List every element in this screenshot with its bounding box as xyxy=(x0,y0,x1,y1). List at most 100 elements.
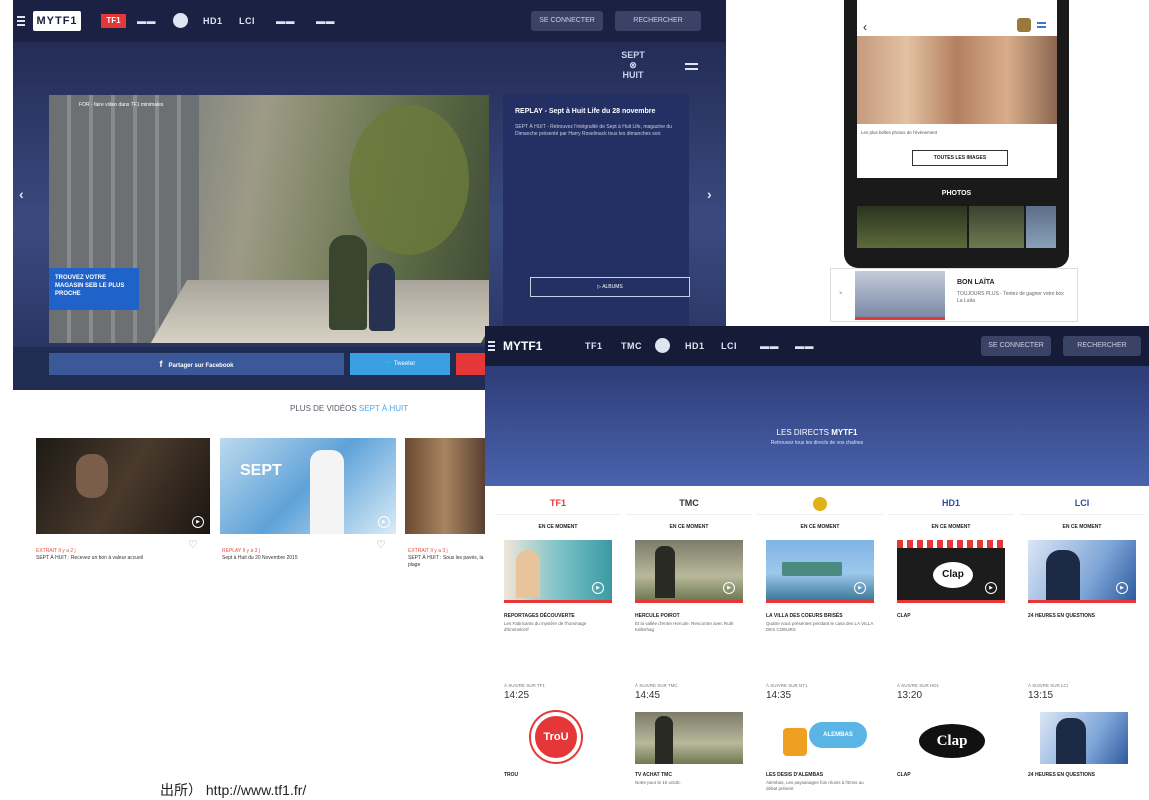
play-icon[interactable]: ▶ xyxy=(854,582,866,594)
next-program-title[interactable]: TV ACHAT TMC xyxy=(635,772,672,778)
progress-bar xyxy=(504,600,612,603)
episode-title: REPLAY - Sept à Huit Life du 28 novembre xyxy=(515,108,656,115)
lci-logo[interactable]: LCI xyxy=(1019,491,1145,515)
channel-link-info[interactable]: ▬▬ xyxy=(795,341,814,351)
search-button[interactable]: RECHERCHER xyxy=(615,11,701,31)
tf1-channel-link[interactable]: TF1 xyxy=(101,14,126,28)
live-card[interactable]: Clap ▶ xyxy=(897,540,1005,600)
photos-heading: PHOTOS xyxy=(941,190,972,197)
channel-link-lci[interactable]: LCI xyxy=(239,16,255,26)
play-icon[interactable]: ▶ xyxy=(985,582,997,594)
live-card[interactable]: ▶ xyxy=(766,540,874,600)
next-program-description: Alembas, Les paysanages fois réunis à l'… xyxy=(766,780,864,791)
live-card[interactable]: ▶ xyxy=(504,540,612,600)
channel-link-tf1[interactable]: TF1 xyxy=(585,341,603,351)
channel-link-extra[interactable]: ▬▬ xyxy=(276,16,295,26)
mobile-menu-icon[interactable] xyxy=(1037,22,1046,28)
hd1-logo[interactable]: HD1 xyxy=(888,491,1014,515)
heart-icon[interactable]: ♡ xyxy=(376,538,386,551)
tmc-logo[interactable]: TMC xyxy=(626,491,752,515)
channel-link-extra[interactable]: ▬▬ xyxy=(760,341,779,351)
back-arrow-icon[interactable]: ‹ xyxy=(863,20,867,34)
hamburger-menu-icon[interactable] xyxy=(685,63,698,70)
next-arrow-icon[interactable]: › xyxy=(707,186,712,202)
video-thumbnail-3-caption[interactable]: EXTRAIT Il y a 3 j SEPT À HUIT : Sous les… xyxy=(408,548,484,569)
play-icon[interactable]: ▶ xyxy=(378,516,390,528)
nt1-logo[interactable] xyxy=(757,491,883,515)
login-button[interactable]: SE CONNECTER xyxy=(531,11,603,31)
video-scene-sidewalk xyxy=(150,280,489,343)
live-header-subtitle: Retrouvez tous les directs de vos chaîne… xyxy=(770,440,864,446)
channel-link-info[interactable]: ▬▬ xyxy=(316,16,335,26)
live-card[interactable]: ▶ xyxy=(635,540,743,600)
program-title[interactable]: CLAP xyxy=(897,613,1005,619)
share-facebook-button[interactable]: f Partager sur Facebook xyxy=(49,353,344,375)
thumbnail-presenter xyxy=(76,454,108,498)
photo-thumb-1[interactable] xyxy=(857,206,967,248)
video-thumbnail-2[interactable]: SEPT ▶ xyxy=(220,438,396,534)
photo-thumb-3[interactable] xyxy=(1026,206,1056,248)
store-promo-banner[interactable]: TROUVEZ VOTRE MAGASIN SEB LE PLUS PROCHE xyxy=(49,268,139,310)
source-note: 出所） http://www.tf1.fr/ xyxy=(160,782,307,798)
menu-icon[interactable] xyxy=(17,16,25,26)
next-program-image[interactable]: Clap xyxy=(917,712,989,764)
next-program-title[interactable]: CLAP xyxy=(897,772,911,778)
photo-thumb-2[interactable] xyxy=(969,206,1024,248)
live-card[interactable]: ▶ xyxy=(1028,540,1136,600)
all-images-button[interactable]: TOUTES LES IMAGES xyxy=(912,150,1008,166)
program-title[interactable]: HERCULE POIROT xyxy=(635,613,743,619)
heart-icon[interactable]: ♡ xyxy=(188,538,198,551)
previous-arrow-icon[interactable]: ‹ xyxy=(19,186,24,202)
next-program-image[interactable]: ALEMBAS xyxy=(775,712,871,764)
play-icon[interactable]: ▶ xyxy=(592,582,604,594)
channel-link-hd1[interactable]: HD1 xyxy=(685,341,705,351)
share-twitter-button[interactable]: 🐦 Tweeter xyxy=(350,353,450,375)
ad-title: BON LAÏTA xyxy=(957,279,995,286)
ad-banner[interactable]: × BON LAÏTA TOUJOURS PLUS - Tentez de ga… xyxy=(830,268,1078,322)
albums-button[interactable]: ▷ ALBUMS xyxy=(530,277,690,297)
thumbnail-presenter xyxy=(310,450,344,534)
show-logo-icon xyxy=(1017,18,1031,32)
channel-link-nt1[interactable] xyxy=(173,13,188,28)
next-program-title[interactable]: 24 HEURES EN QUESTIONS xyxy=(1028,772,1095,778)
more-videos-heading: PLUS DE VIDÉOS SEPT À HUIT xyxy=(290,404,409,413)
next-program-title[interactable]: LES DESIS D'ALEMBAS xyxy=(766,772,823,778)
live-header-title: LES DIRECTS MYTF1 xyxy=(776,428,858,437)
search-button[interactable]: RECHERCHER xyxy=(1063,336,1141,356)
video-thumbnail-1-caption[interactable]: EXTRAIT Il y a 2 j SEPT À HUIT : Recevez … xyxy=(36,548,186,562)
next-program-title[interactable]: TROU xyxy=(504,772,518,778)
next-program-image[interactable] xyxy=(1040,712,1128,764)
program-title[interactable]: LA VILLA DES COEURS BRISÉS xyxy=(766,613,874,619)
video-thumbnail-1[interactable]: ▶ xyxy=(36,438,210,534)
cartoon-character xyxy=(783,728,807,756)
crowd-photo[interactable] xyxy=(857,36,1057,124)
channel-link-tmc[interactable]: ▬▬ xyxy=(137,16,156,26)
play-icon[interactable]: ▶ xyxy=(192,516,204,528)
play-icon[interactable]: ▶ xyxy=(1116,582,1128,594)
next-program-image[interactable] xyxy=(635,712,743,764)
login-button[interactable]: SE CONNECTER xyxy=(981,336,1051,356)
program-title[interactable]: REPORTAGES DÉCOUVERTE xyxy=(504,613,612,619)
twitter-icon: 🐦 xyxy=(384,361,394,367)
video-thumbnail-3[interactable] xyxy=(405,438,485,534)
next-time: 14:45 xyxy=(635,690,661,701)
trou-logo: TroU xyxy=(531,712,581,762)
channel-link-hd1[interactable]: HD1 xyxy=(203,16,223,26)
progress-bar xyxy=(635,600,743,603)
tf1-logo[interactable]: TF1 xyxy=(495,491,621,515)
next-time: 14:35 xyxy=(766,690,792,701)
episode-description: SEPT À HUIT - Retrouvez l'intégralité de… xyxy=(515,124,672,137)
close-icon[interactable]: × xyxy=(839,291,843,297)
channel-link-lci[interactable]: LCI xyxy=(721,341,737,351)
channel-link-tmc[interactable]: TMC xyxy=(621,341,642,351)
channel-link-nt1[interactable] xyxy=(655,338,670,353)
play-icon[interactable]: ▶ xyxy=(723,582,735,594)
menu-icon[interactable] xyxy=(488,341,495,351)
card-presenter xyxy=(516,550,540,598)
next-program-description: Notre pour le 10 octob. xyxy=(635,780,681,785)
mytf1-logo[interactable]: MYTF1 xyxy=(503,336,553,356)
video-thumbnail-2-caption[interactable]: REPLAY Il y a 3 j Sept à Huit du 20 Novem… xyxy=(222,548,372,562)
program-title[interactable]: 24 HEURES EN QUESTIONS xyxy=(1028,613,1136,619)
mytf1-logo[interactable]: MYTF1 xyxy=(33,11,81,31)
next-program-image[interactable]: TroU xyxy=(525,712,597,764)
